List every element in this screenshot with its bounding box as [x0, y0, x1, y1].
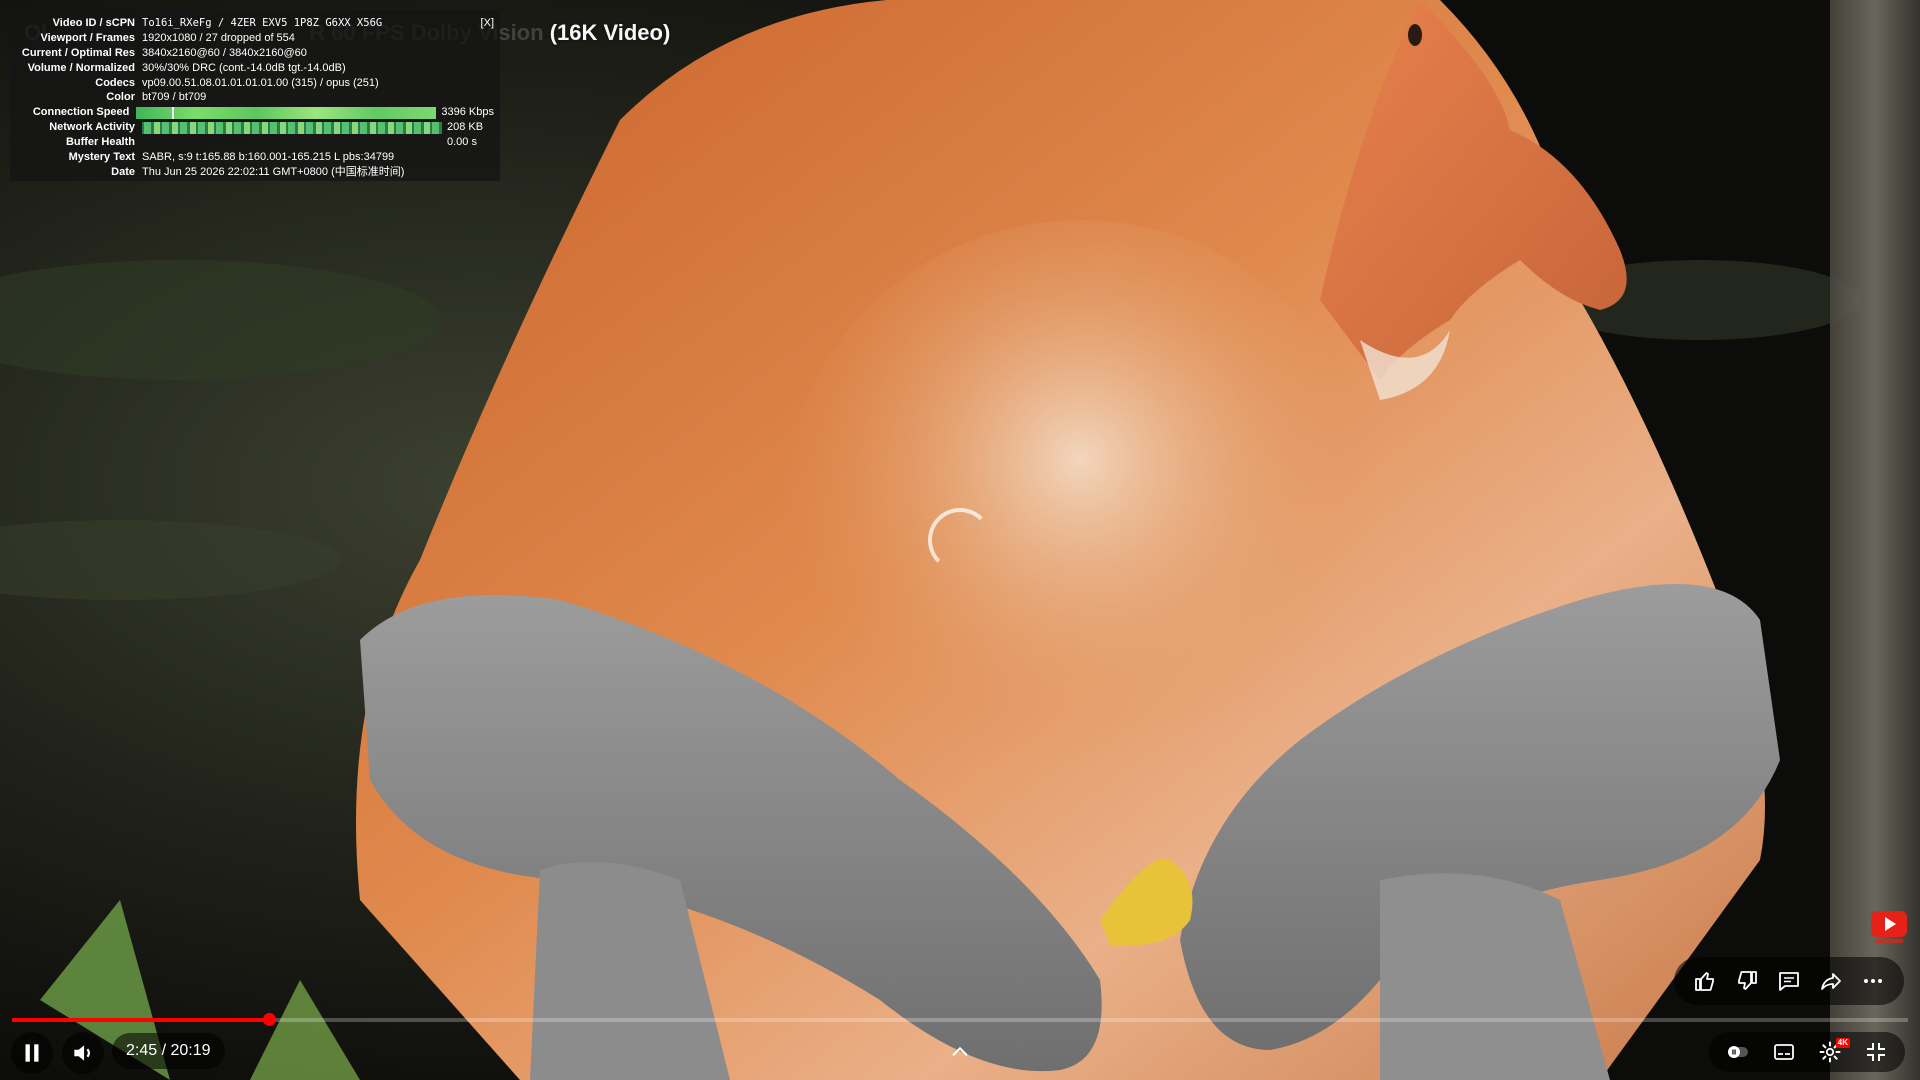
- settings-button[interactable]: 4K: [1813, 1035, 1850, 1069]
- progress-bar[interactable]: [12, 1013, 1908, 1026]
- stats-row-mystery-text: Mystery Text SABR, s:9 t:165.88 b:160.00…: [68, 151, 395, 164]
- stats-row-volume: Volume / Normalized 30%/30% DRC (cont.-1…: [27, 61, 346, 74]
- connection-speed-graph: [136, 106, 437, 119]
- autoplay-toggle-icon: [1728, 1046, 1748, 1058]
- more-button[interactable]: [1857, 965, 1889, 997]
- stats-for-nerds-panel: [X] Video ID / sCPN To16i_RXeFg / 4ZER E…: [10, 10, 500, 181]
- stats-row-connection-speed: Connection Speed 3396 Kbps: [32, 106, 494, 119]
- right-controls: 4K: [1709, 1032, 1905, 1072]
- thumbs-up-icon: [1695, 972, 1714, 991]
- channel-watermark[interactable]: [1869, 907, 1909, 947]
- subtitles-icon: [1774, 1044, 1794, 1060]
- dislike-button[interactable]: [1731, 965, 1763, 997]
- expand-chapters-button[interactable]: [944, 1040, 976, 1064]
- autoplay-toggle[interactable]: [1721, 1035, 1755, 1069]
- comment-icon: [1779, 972, 1799, 991]
- stats-row-resolution: Current / Optimal Res 3840x2160@60 / 384…: [21, 46, 307, 59]
- share-icon: [1821, 973, 1841, 990]
- stats-row-buffer-health: Buffer Health 0.00 s: [65, 136, 477, 149]
- stats-row-date: Date Thu Jun 25 2026 22:02:11 GMT+0800 (…: [111, 165, 405, 178]
- like-button[interactable]: [1689, 965, 1721, 997]
- loading-spinner: [928, 508, 992, 572]
- volume-button[interactable]: [62, 1032, 104, 1074]
- time-display: 2:45 / 20:19: [112, 1033, 225, 1069]
- progress-scrubber[interactable]: [262, 1013, 276, 1026]
- exit-fullscreen-button[interactable]: [1859, 1035, 1893, 1069]
- stats-close-button[interactable]: [X]: [481, 16, 494, 31]
- pause-icon: [25, 1044, 39, 1062]
- pause-button[interactable]: [11, 1032, 53, 1074]
- volume-icon: [74, 1045, 90, 1061]
- network-activity-graph: [142, 121, 442, 134]
- comments-button[interactable]: [1773, 965, 1805, 997]
- share-button[interactable]: [1815, 965, 1847, 997]
- progress-played: [12, 1018, 269, 1022]
- action-buttons-bar: [1674, 957, 1904, 1005]
- thumbs-down-icon: [1738, 971, 1757, 990]
- buffer-health-graph: [142, 137, 442, 149]
- stats-row-codecs: Codecs vp09.00.51.08.01.01.01.01.00 (315…: [95, 76, 379, 89]
- chevron-up-icon: [952, 1046, 968, 1056]
- video-title-visible: (16K Video): [549, 20, 671, 45]
- more-icon: [1864, 979, 1882, 983]
- stats-row-video-id: Video ID / sCPN To16i_RXeFg / 4ZER EXV5 …: [52, 17, 383, 29]
- quality-badge: 4K: [1835, 1038, 1850, 1048]
- stats-row-color: Color bt709 / bt709: [106, 91, 207, 104]
- stats-row-viewport: Viewport / Frames 1920x1080 / 27 dropped…: [40, 31, 295, 44]
- stats-row-network-activity: Network Activity 208 KB: [49, 121, 484, 134]
- exit-fullscreen-icon: [1867, 1043, 1885, 1061]
- subtitles-button[interactable]: [1767, 1035, 1801, 1069]
